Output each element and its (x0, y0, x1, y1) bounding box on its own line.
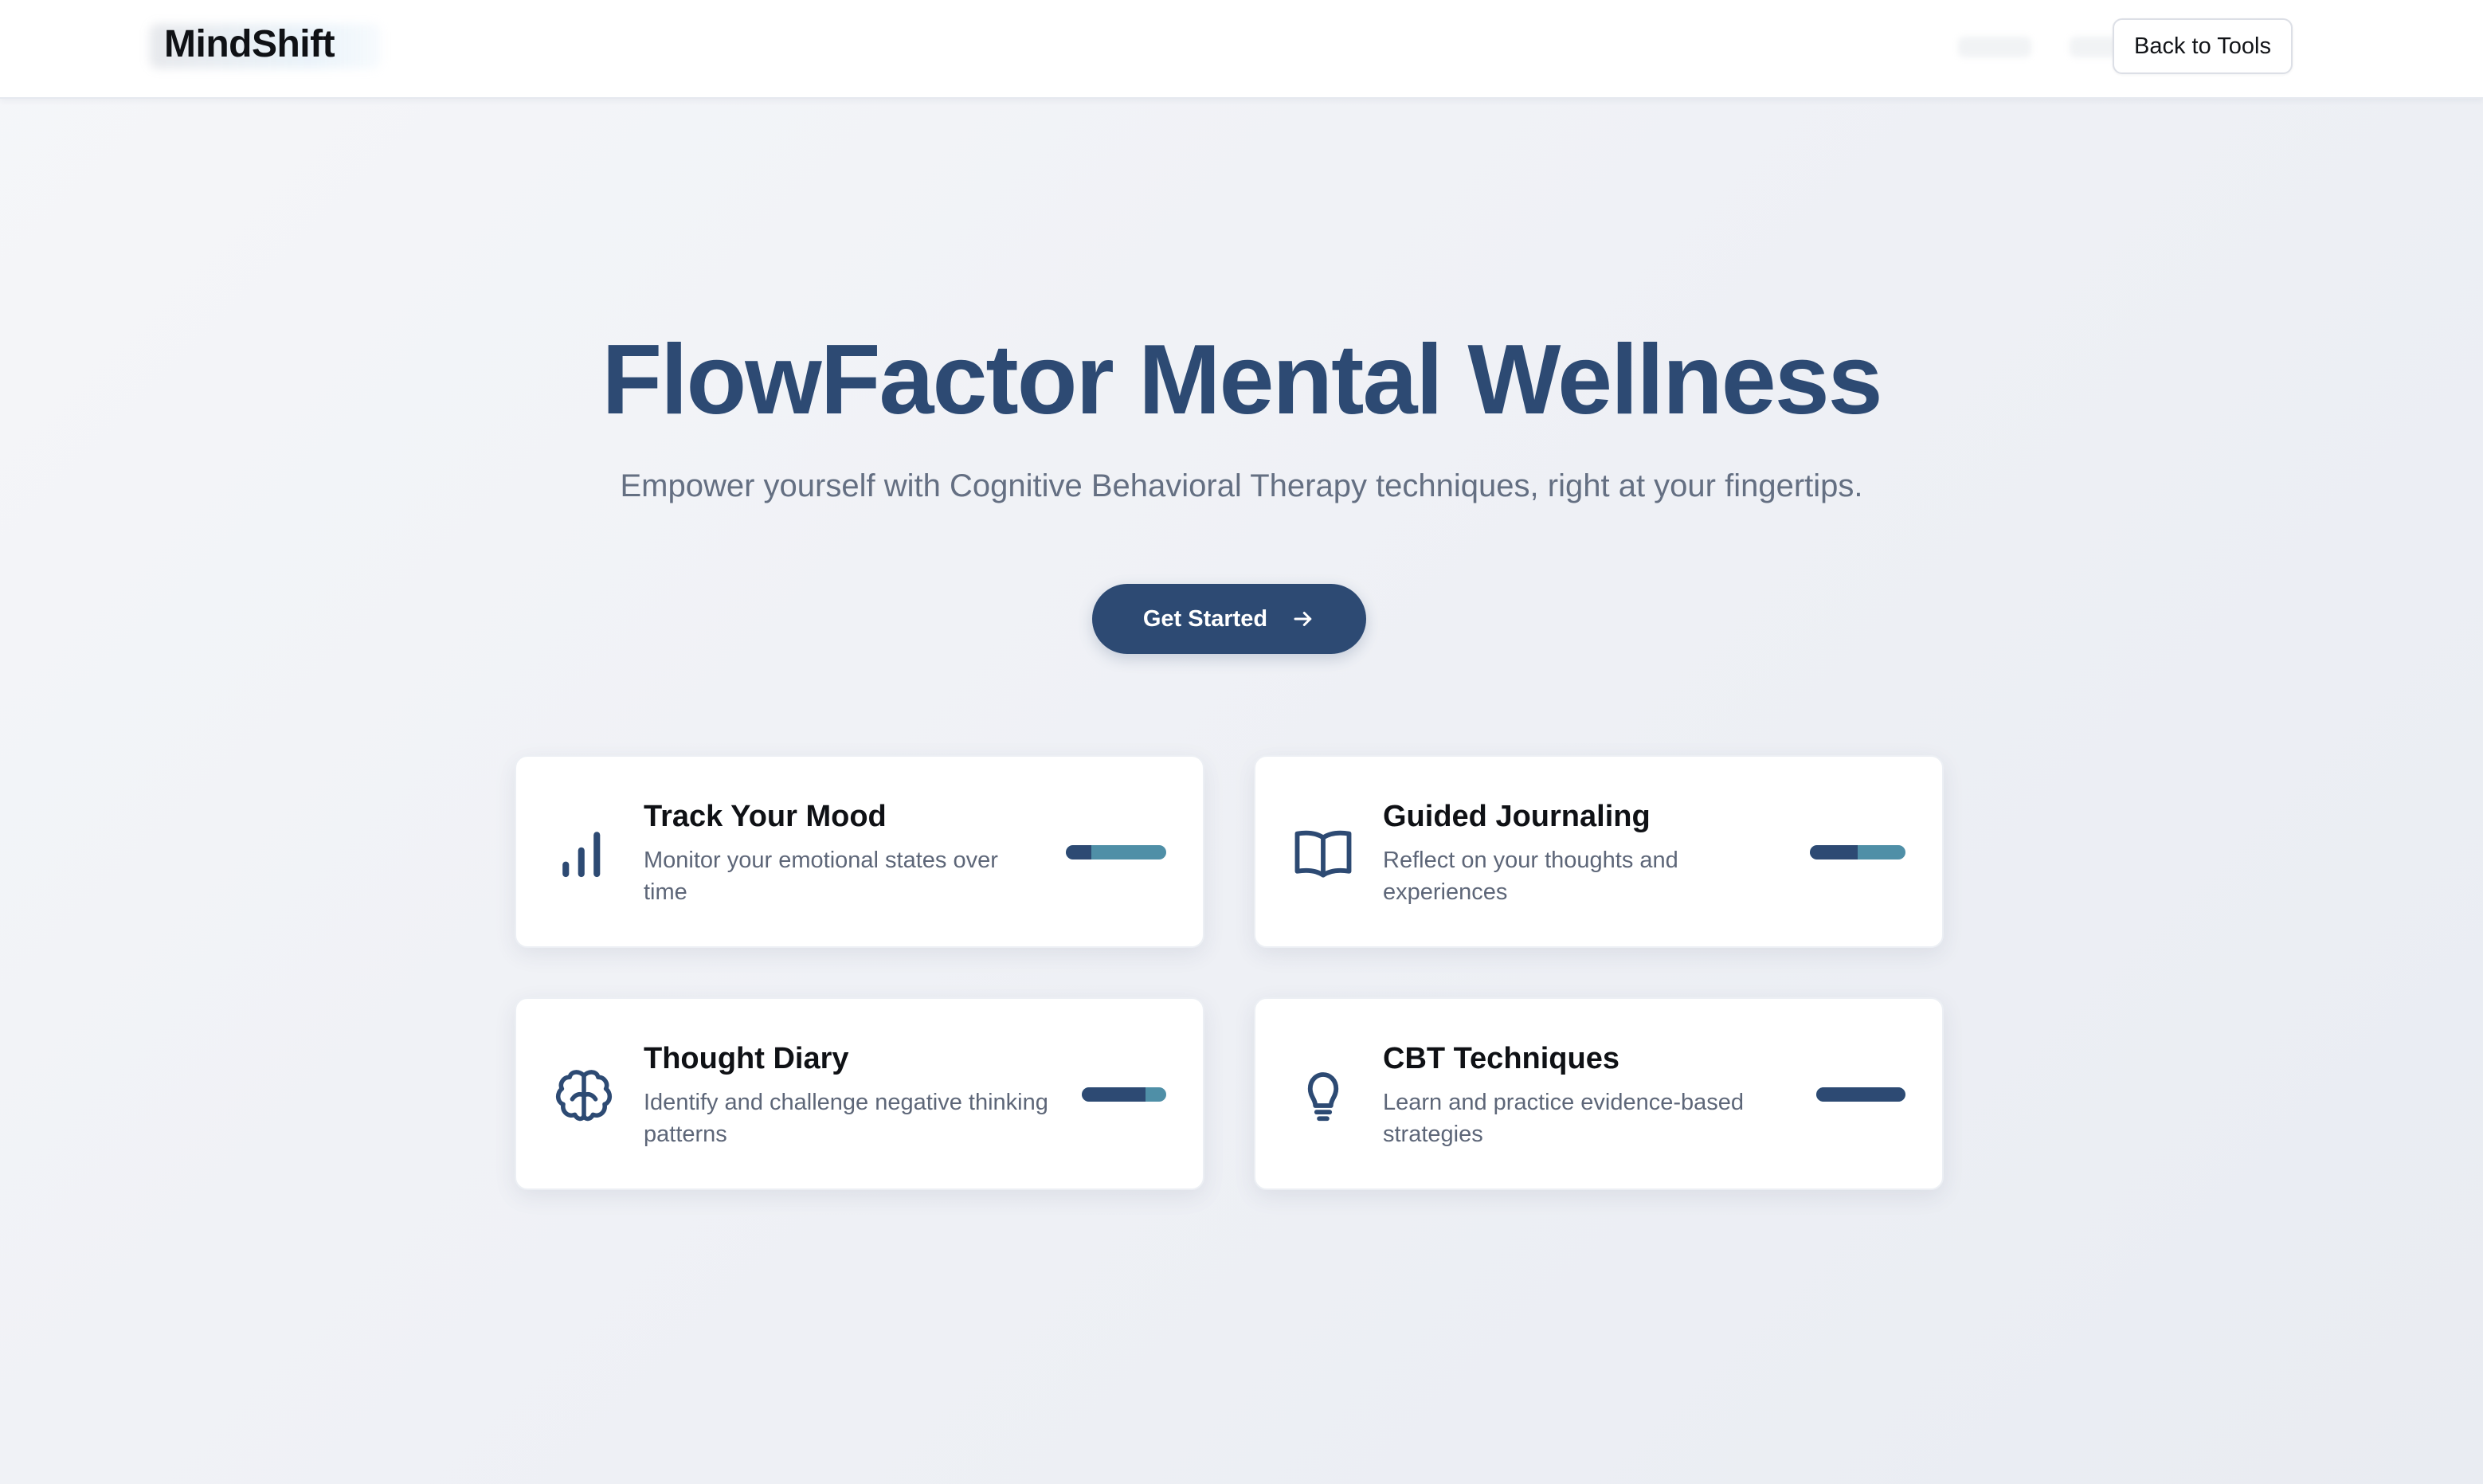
feature-description: Reflect on your thoughts and experiences (1383, 848, 1678, 905)
feature-card-track-mood[interactable]: Track Your Mood Monitor your emotional s… (515, 755, 1204, 948)
feature-progress-bar (1816, 1087, 1905, 1102)
hero-subtitle: Empower yourself with Cognitive Behavior… (620, 468, 1863, 503)
brain-icon (555, 1070, 613, 1122)
feature-description: Identify and challenge negative thinking… (644, 1090, 1048, 1147)
back-to-tools-button[interactable]: Back to Tools (2113, 18, 2293, 74)
nav-link-ghost (1958, 37, 2031, 57)
feature-card-thought-diary[interactable]: Thought Diary Identify and challenge neg… (515, 997, 1204, 1190)
get-started-label: Get Started (1142, 605, 1268, 632)
feature-progress-bar (1810, 845, 1905, 859)
feature-title: Guided Journaling (1383, 800, 1651, 833)
bar-chart-icon (562, 832, 601, 878)
progress-fill (1066, 845, 1091, 859)
feature-title: CBT Techniques (1383, 1042, 1619, 1075)
brand-logo[interactable]: MindShift (164, 22, 335, 66)
feature-card-cbt-techniques[interactable]: CBT Techniques Learn and practice eviden… (1254, 997, 1944, 1190)
top-navbar: MindShift Back to Tools (0, 0, 2483, 99)
feature-progress-bar (1066, 845, 1166, 859)
progress-fill (1816, 1087, 1905, 1102)
feature-title: Thought Diary (644, 1042, 849, 1075)
book-open-icon (1294, 830, 1352, 878)
feature-card-guided-journaling[interactable]: Guided Journaling Reflect on your though… (1254, 755, 1944, 948)
progress-fill (1082, 1087, 1146, 1102)
get-started-button[interactable]: Get Started (1092, 584, 1366, 654)
hero-title: FlowFactor Mental Wellness (601, 325, 1882, 435)
feature-description: Learn and practice evidence-based strate… (1383, 1090, 1745, 1147)
feature-title: Track Your Mood (644, 800, 887, 833)
feature-description: Monitor your emotional states over time (644, 848, 998, 905)
progress-fill (1810, 845, 1858, 859)
feature-progress-bar (1082, 1087, 1166, 1102)
lightbulb-icon (1307, 1072, 1339, 1122)
arrow-right-icon (1294, 612, 1312, 626)
